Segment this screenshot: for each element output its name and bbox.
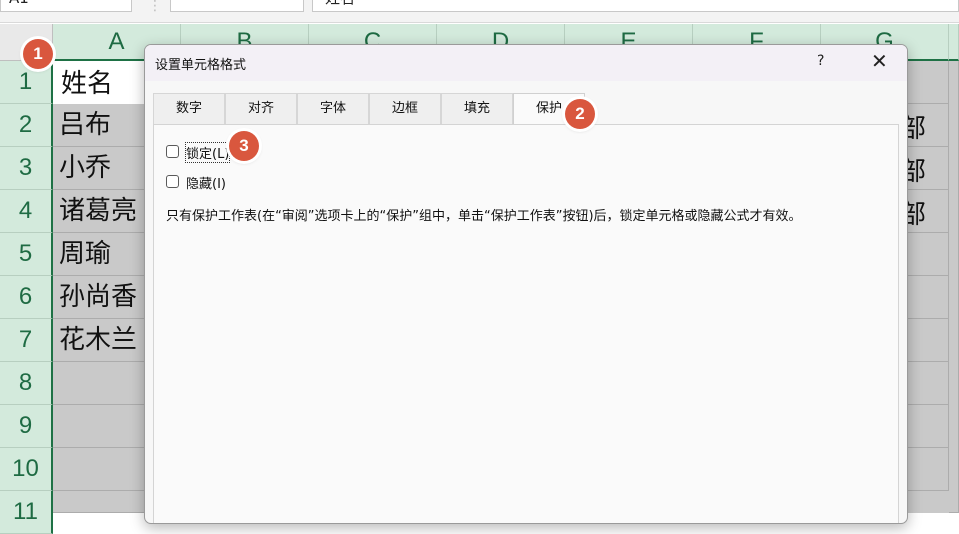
confirm-icon[interactable]: ✓ [231,0,244,4]
fx-icon[interactable]: fx [273,0,287,4]
cell-a7[interactable]: 花木兰 [53,319,145,362]
protection-note: 只有保护工作表(在“审阅”选项卡上的“保护”组中，单击“保护工作表”按钮)后，锁… [166,209,802,224]
step-badge-2: 2 [565,99,595,129]
tab-border[interactable]: 边框 [369,93,441,125]
hidden-checkbox[interactable] [166,175,179,188]
row-header-3[interactable]: 3 [0,147,53,190]
tab-font[interactable]: 字体 [297,93,369,125]
step-badge-3: 3 [229,131,259,161]
protection-panel: 锁定(L) 隐藏(I) 只有保护工作表(在“审阅”选项卡上的“保护”组中，单击“… [153,124,899,523]
close-button[interactable]: ✕ [871,49,888,73]
cell-a6[interactable]: 孙尚香 [53,276,145,319]
formula-bar-separator: ⋮ [148,0,162,14]
cancel-icon[interactable]: × [185,0,198,4]
tab-alignment[interactable]: 对齐 [225,93,297,125]
cell-a2[interactable]: 吕布 [53,104,145,147]
formula-input[interactable]: 姓名 [312,0,959,12]
locked-checkbox[interactable] [166,145,179,158]
row-header-9[interactable]: 9 [0,405,53,448]
column-header-h[interactable] [949,24,959,61]
row-header-6[interactable]: 6 [0,276,53,319]
row-header-4[interactable]: 4 [0,190,53,233]
locked-label[interactable]: 锁定(L) [184,142,231,163]
row-header-7[interactable]: 7 [0,319,53,362]
row-header-10[interactable]: 10 [0,448,53,491]
step-badge-1: 1 [23,39,53,69]
formula-bar: A1 ⋮ × ✓ fx 姓名 [0,0,959,23]
name-box[interactable]: A1 [0,0,132,12]
dialog-title: 设置单元格格式 [155,58,247,73]
row-header-1[interactable]: 1 [0,61,53,104]
cell-a4[interactable]: 诸葛亮 [53,190,145,233]
tab-number[interactable]: 数字 [153,93,225,125]
dialog-titlebar[interactable]: 设置单元格格式 ? ✕ [145,45,907,81]
row-header-5[interactable]: 5 [0,233,53,276]
cell-a3[interactable]: 小乔 [53,147,145,190]
formula-bar-icons: × ✓ fx [170,0,304,12]
cell-a1[interactable]: 姓名 [53,61,145,104]
grid-cell[interactable] [949,61,959,513]
hidden-label[interactable]: 隐藏(I) [186,173,226,192]
help-button[interactable]: ? [817,53,824,69]
row-header-2[interactable]: 2 [0,104,53,147]
cell-a5[interactable]: 周瑜 [53,233,145,276]
row-header-8[interactable]: 8 [0,362,53,405]
tab-fill[interactable]: 填充 [441,93,513,125]
format-cells-dialog: 设置单元格格式 ? ✕ 数字 对齐 字体 边框 填充 保护 锁定(L) 隐藏(I… [144,44,908,524]
